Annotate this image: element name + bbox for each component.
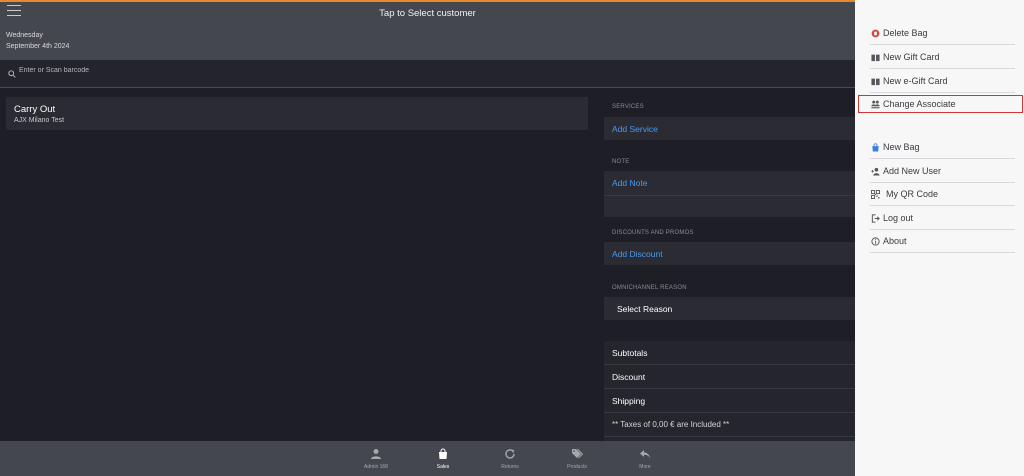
add-note-row[interactable]: Add Note (604, 171, 855, 217)
menu-my-qr-code-label: My QR Code (886, 189, 939, 199)
menu-about-label: About (883, 236, 907, 246)
menu-delete-bag-label: Delete Bag (883, 28, 928, 38)
bag-title: Carry Out (14, 104, 56, 115)
nav-sales[interactable]: Sales (418, 441, 468, 476)
logout-icon (871, 214, 880, 223)
add-service-row[interactable]: Add Service (604, 117, 855, 140)
side-menu: Delete Bag New Gift Card New e-Gift Card (855, 0, 1024, 476)
menu-new-bag[interactable]: New Bag (870, 136, 1015, 159)
day-label: Wednesday (6, 32, 43, 39)
menu-my-qr-code[interactable]: My QR Code (870, 183, 1015, 206)
nav-returns[interactable]: Returns (485, 441, 535, 476)
menu-log-out[interactable]: Log out (870, 207, 1015, 230)
menu-new-gift-card[interactable]: New Gift Card (870, 46, 1015, 69)
barcode-search-input[interactable] (19, 67, 419, 74)
nav-products[interactable]: Products (552, 441, 602, 476)
menu-change-associate[interactable]: Change Associate (858, 95, 1023, 113)
select-reason-label: Select Reason (617, 304, 673, 314)
date-label: September 4th 2024 (6, 43, 70, 50)
bag-card[interactable]: Carry Out AJX Milano Test (6, 97, 588, 130)
tags-icon (572, 448, 583, 459)
discount-label: Discount (612, 372, 646, 382)
nav-admin-label: Admin 168 (364, 464, 388, 470)
menu-new-bag-label: New Bag (883, 142, 920, 152)
header-bar: Tap to Select customer Wednesday Septemb… (0, 0, 855, 60)
omnichannel-label: OMNICHANNEL REASON (612, 285, 687, 291)
search-icon (8, 70, 16, 78)
bag-icon (439, 448, 447, 459)
add-note-link[interactable]: Add Note (612, 178, 647, 188)
e-gift-card-icon (871, 78, 880, 86)
subtotals-row: Subtotals (604, 341, 855, 365)
qr-code-icon (871, 190, 880, 199)
discount-row: Discount (604, 365, 855, 389)
subtotals-label: Subtotals (612, 348, 648, 358)
menu-change-associate-label: Change Associate (883, 99, 956, 109)
menu-delete-bag[interactable]: Delete Bag (870, 22, 1015, 45)
note-label: NOTE (612, 159, 630, 165)
info-icon (871, 237, 880, 246)
delete-bag-icon (871, 29, 880, 38)
shipping-row: Shipping (604, 389, 855, 413)
nav-more[interactable]: More (620, 441, 670, 476)
barcode-search-bar (0, 60, 855, 88)
bottom-navigation: Admin 168 Sales Returns Products More (0, 441, 855, 476)
add-discount-row[interactable]: Add Discount (604, 242, 855, 265)
add-service-link[interactable]: Add Service (612, 124, 658, 134)
taxes-label: ** Taxes of 0,00 € are Included ** (612, 420, 730, 429)
totals-section: Subtotals Discount Shipping ** Taxes of … (604, 341, 855, 441)
menu-about[interactable]: About (870, 230, 1015, 253)
menu-new-gift-card-label: New Gift Card (883, 52, 940, 62)
menu-log-out-label: Log out (883, 213, 914, 223)
select-customer-button[interactable]: Tap to Select customer (0, 8, 855, 19)
add-user-icon (871, 167, 880, 176)
menu-new-e-gift-card[interactable]: New e-Gift Card (870, 70, 1015, 93)
shipping-label: Shipping (612, 396, 646, 406)
taxes-row: ** Taxes of 0,00 € are Included ** (604, 413, 855, 437)
date-display: Wednesday September 4th 2024 (6, 30, 69, 52)
menu-add-new-user-label: Add New User (883, 166, 942, 176)
new-bag-icon (872, 143, 879, 152)
menu-new-e-gift-card-label: New e-Gift Card (883, 76, 948, 86)
discounts-label: DISCOUNTS AND PROMOS (612, 230, 694, 236)
menu-add-new-user[interactable]: Add New User (870, 160, 1015, 183)
nav-more-label: More (639, 464, 651, 470)
bag-subtitle: AJX Milano Test (14, 117, 65, 124)
change-associate-icon (871, 100, 880, 109)
reply-icon (640, 450, 650, 459)
add-discount-link[interactable]: Add Discount (612, 249, 663, 259)
pos-app: Tap to Select customer Wednesday Septemb… (0, 0, 1024, 476)
note-divider (604, 195, 855, 196)
nav-sales-label: Sales (436, 464, 450, 470)
nav-admin[interactable]: Admin 168 (351, 441, 401, 476)
nav-returns-label: Returns (501, 464, 519, 470)
gift-card-icon (871, 54, 880, 62)
select-reason-dropdown[interactable]: Select Reason (604, 297, 855, 320)
user-icon (371, 449, 381, 459)
refresh-icon (505, 449, 515, 459)
nav-products-label: Products (567, 464, 587, 470)
services-label: SERVICES (612, 104, 644, 110)
